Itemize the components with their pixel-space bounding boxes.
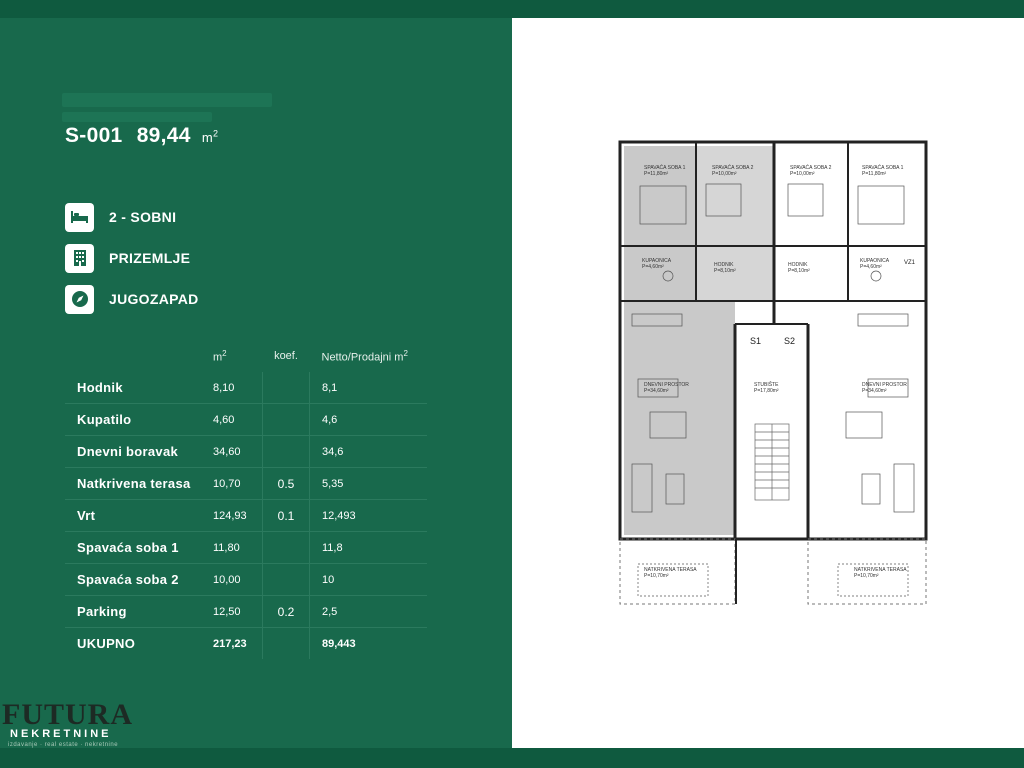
room-koef [262, 563, 310, 596]
feature-rooms: 2 - SOBNI [65, 202, 176, 232]
room-label: SPAVAĆA SOBA 1 [644, 164, 686, 171]
faded-heading [62, 93, 272, 107]
room-area: P=10,70m² [854, 573, 879, 579]
floor-plan: SPAVAĆA SOBA 1 P=11,80m² SPAVAĆA SOBA 2 … [618, 140, 928, 605]
room-name: Hodnik [65, 372, 212, 404]
room-area: P=4,60m² [642, 264, 664, 270]
room-m2: 10,00 [212, 563, 263, 596]
room-area: P=17,80m² [754, 388, 779, 394]
total-m2: 217,23 [213, 637, 247, 650]
room-koef [262, 372, 310, 404]
highlight-living [624, 301, 735, 535]
room-name: Spavaća soba 1 [65, 531, 212, 564]
room-m2: 11,80 [212, 531, 263, 564]
unit-area-unit: m2 [201, 128, 219, 145]
stair-label-s1: S1 [750, 336, 761, 346]
room-net: 5,35 [309, 467, 427, 500]
staircase [754, 423, 790, 501]
table-row: Natkrivena terasa 10,70 0.5 5,35 [65, 467, 427, 500]
room-label: SPAVAĆA SOBA 1 [862, 164, 904, 171]
room-m2: 8,10 [212, 372, 263, 404]
room-net: 4,6 [309, 403, 427, 436]
room-koef: 0.2 [262, 595, 310, 628]
feature-orientation-label: JUGOZAPAD [109, 291, 199, 307]
faded-subheading [62, 112, 212, 122]
room-net: 11,8 [309, 531, 427, 564]
room-label: STUBIŠTE [754, 381, 779, 388]
table-row: Kupatilo 4,60 4,6 [65, 403, 427, 436]
col-net: Netto/Prodajni m2 [321, 348, 408, 364]
room-area: P=8,10m² [788, 268, 810, 274]
unit-code: S-001 [65, 124, 123, 147]
compass-icon [65, 284, 94, 314]
table-total-row: UKUPNO 217,23 89,443 [65, 627, 427, 659]
room-koef [262, 531, 310, 564]
table-row: Vrt 124,93 0.1 12,493 [65, 499, 427, 532]
room-koef [262, 403, 310, 436]
room-net: 10 [309, 563, 427, 596]
room-name: Dnevni boravak [65, 435, 212, 468]
col-koef: koef. [274, 350, 298, 362]
room-m2: 34,60 [212, 435, 263, 468]
floor-plan-panel: SPAVAĆA SOBA 1 P=11,80m² SPAVAĆA SOBA 2 … [512, 18, 1024, 748]
area-table: m2 koef. Netto/Prodajni m2 Hodnik 8,10 8… [65, 340, 427, 659]
bottom-bar [0, 748, 1024, 768]
total-koef [262, 627, 310, 659]
room-net: 34,6 [309, 435, 427, 468]
table-row: Dnevni boravak 34,60 34,6 [65, 435, 427, 468]
room-name: Vrt [65, 499, 212, 532]
room-m2: 124,93 [212, 499, 263, 532]
room-m2: 12,50 [212, 595, 263, 628]
vz1-label: VZ1 [904, 260, 916, 266]
unit-area: 89,44 [136, 124, 191, 147]
room-net: 8,1 [309, 372, 427, 404]
room-name: Kupatilo [65, 403, 212, 436]
building-icon [65, 243, 94, 273]
col-m2: m2 [213, 348, 227, 364]
room-area: P=10,70m² [644, 573, 669, 579]
table-row: Spavaća soba 1 11,80 11,8 [65, 531, 427, 564]
room-label: SPAVAĆA SOBA 2 [712, 164, 754, 171]
room-koef: 0.5 [262, 467, 310, 500]
room-area: P=10,00m² [712, 171, 737, 177]
room-area: P=11,80m² [862, 171, 887, 177]
col-room [65, 340, 212, 372]
company-logo: FUTURA NEKRETNINE izdavanje · real estat… [0, 698, 150, 748]
feature-floor: PRIZEMLJE [65, 243, 190, 273]
room-koef [262, 435, 310, 468]
table-header-row: m2 koef. Netto/Prodajni m2 [65, 340, 427, 372]
table-row: Spavaća soba 2 10,00 10 [65, 563, 427, 596]
room-name: Parking [65, 595, 212, 628]
top-bar [0, 0, 1024, 18]
unit-title: S-001 89,44 m2 [65, 124, 218, 148]
room-area: P=8,10m² [714, 268, 736, 274]
stair-label-s2: S2 [784, 336, 795, 346]
room-area: P=10,00m² [790, 171, 815, 177]
room-name: Spavaća soba 2 [65, 563, 212, 596]
room-area: P=34,60m² [644, 388, 669, 394]
room-net: 2,5 [309, 595, 427, 628]
feature-rooms-label: 2 - SOBNI [109, 209, 177, 225]
garden-wall [735, 539, 737, 604]
room-net: 12,493 [309, 499, 427, 532]
highlight-bathroom [624, 246, 696, 301]
room-koef: 0.1 [262, 499, 310, 532]
total-net: 89,443 [322, 637, 356, 650]
room-name: Natkrivena terasa [65, 467, 212, 500]
room-area: P=4,60m² [860, 264, 882, 270]
total-label: UKUPNO [77, 636, 136, 651]
feature-orientation: JUGOZAPAD [65, 284, 199, 314]
room-m2: 4,60 [212, 403, 263, 436]
feature-floor-label: PRIZEMLJE [109, 250, 191, 266]
room-area: P=34,60m² [862, 388, 887, 394]
room-label: SPAVAĆA SOBA 2 [790, 164, 832, 171]
logo-subtitle: NEKRETNINE [10, 728, 112, 740]
table-row: Parking 12,50 0.2 2,5 [65, 595, 427, 628]
table-row: Hodnik 8,10 8,1 [65, 372, 427, 404]
room-area: P=11,80m² [644, 171, 669, 177]
logo-brand: FUTURA [2, 698, 133, 731]
room-m2: 10,70 [212, 467, 263, 500]
bed-icon [65, 202, 94, 232]
